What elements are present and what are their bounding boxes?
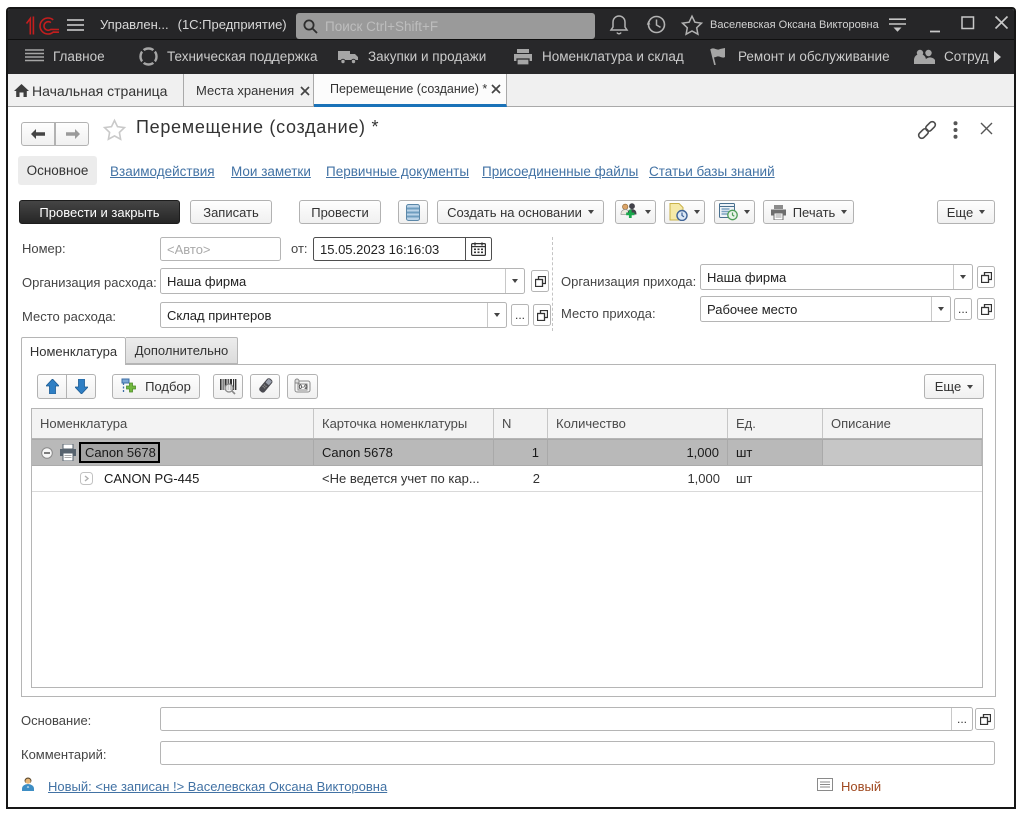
svg-text:0-9: 0-9 bbox=[299, 384, 309, 391]
